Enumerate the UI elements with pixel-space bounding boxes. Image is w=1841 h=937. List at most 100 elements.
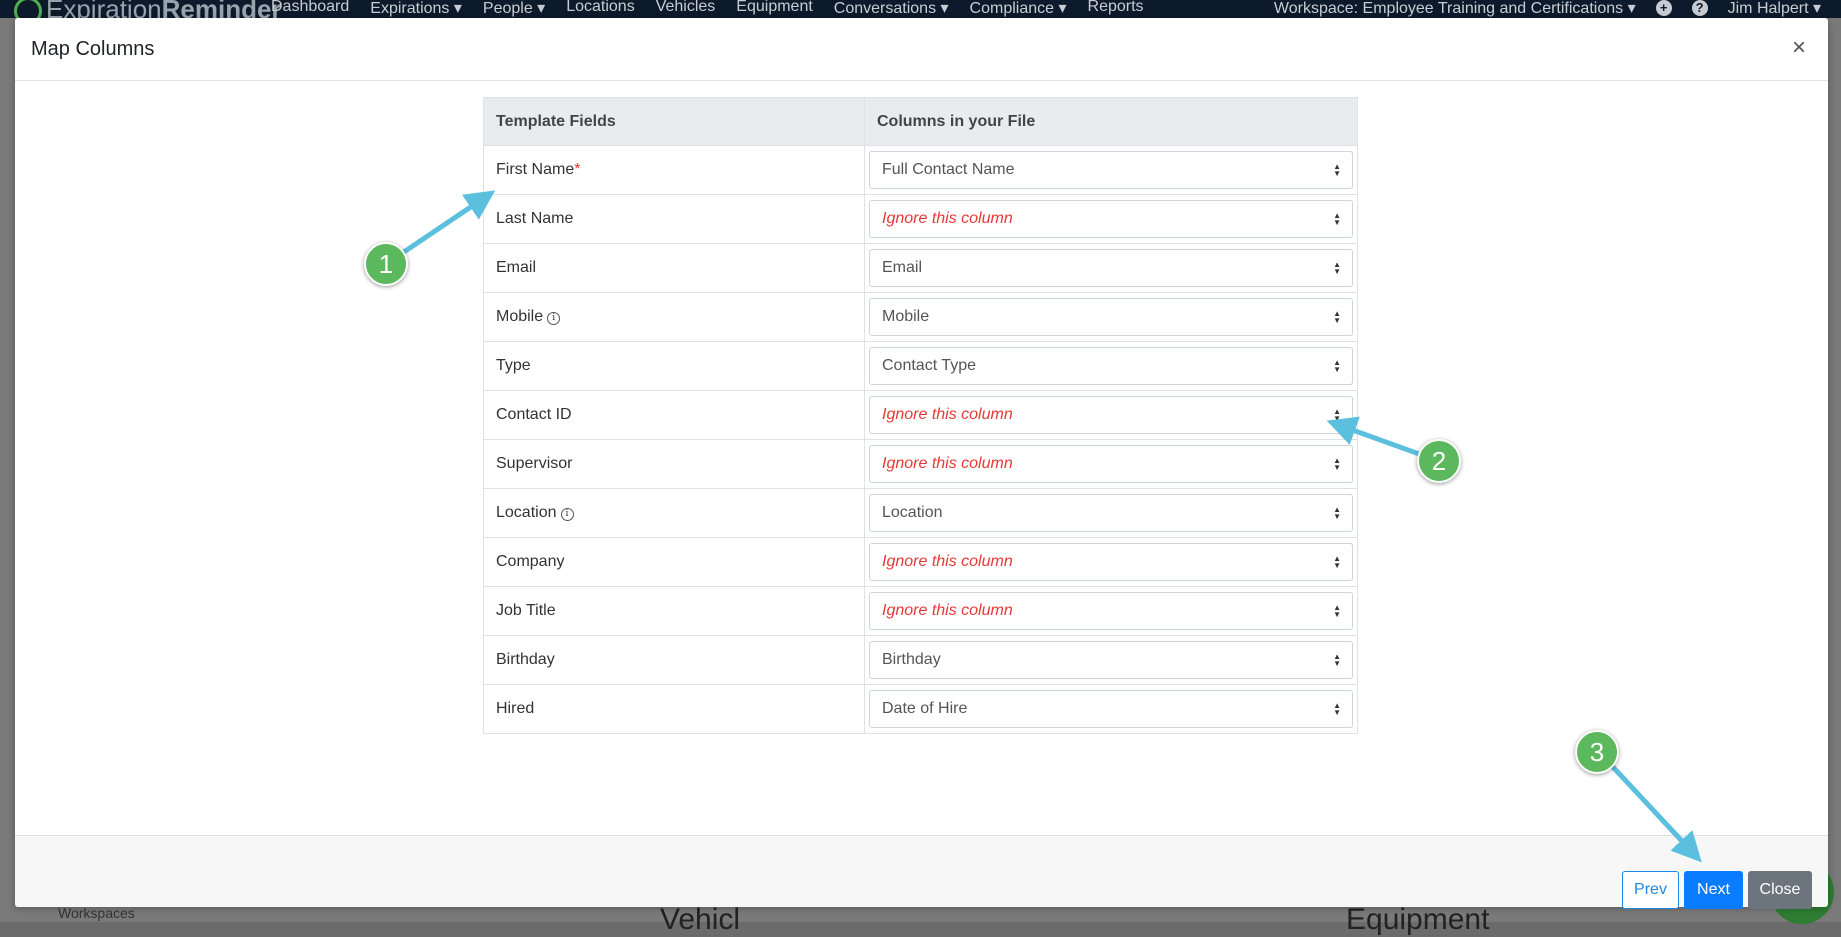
column-select[interactable]: Mobile ▲ ▼ [869, 298, 1353, 336]
template-field-label: Location [496, 504, 557, 521]
next-button[interactable]: Next [1684, 871, 1743, 909]
column-select[interactable]: Email ▲ ▼ [869, 249, 1353, 287]
nav-reports[interactable]: Reports [1088, 0, 1144, 18]
select-caret-icon: ▲ ▼ [1333, 309, 1341, 325]
nav-expirations[interactable]: Expirations ▾ [370, 0, 462, 18]
column-select-value: Mobile [882, 308, 930, 325]
select-caret-icon: ▲ ▼ [1333, 652, 1341, 668]
template-field-label: Supervisor [496, 455, 573, 472]
user-menu[interactable]: Jim Halpert ▾ [1728, 0, 1821, 18]
column-select[interactable]: Ignore this column ▲ ▼ [869, 445, 1353, 483]
select-caret-icon: ▲ ▼ [1333, 554, 1341, 570]
step-marker-2: 2 [1417, 439, 1461, 483]
prev-button[interactable]: Prev [1622, 871, 1679, 909]
info-icon[interactable]: i [547, 312, 561, 325]
close-icon[interactable]: × [1792, 36, 1806, 60]
workspace-switcher[interactable]: Workspace: Employee Training and Certifi… [1274, 0, 1636, 18]
template-field-label: Birthday [496, 651, 555, 668]
column-mapping-table: Template Fields Columns in your File Fir… [483, 97, 1358, 734]
file-column-cell: Mobile ▲ ▼ [864, 292, 1358, 342]
column-select-value: Birthday [882, 651, 941, 668]
select-caret-icon: ▲ ▼ [1333, 701, 1341, 717]
nav-people[interactable]: People ▾ [483, 0, 545, 18]
template-field-label: Hired [496, 700, 535, 717]
close-button[interactable]: Close [1748, 871, 1812, 909]
table-row: Email Email ▲ ▼ [483, 243, 1358, 293]
table-row: Type Contact Type ▲ ▼ [483, 341, 1358, 391]
map-columns-modal: Map Columns × Template Fields Columns in… [15, 18, 1828, 909]
template-field-label: Mobile [496, 308, 544, 325]
nav-equipment[interactable]: Equipment [736, 0, 813, 18]
info-icon[interactable]: i [560, 508, 574, 521]
modal-header: Map Columns × [15, 18, 1828, 81]
nav-conversations[interactable]: Conversations ▾ [834, 0, 949, 18]
template-field-label: Type [496, 357, 531, 374]
help-icon[interactable]: ? [1691, 0, 1708, 16]
column-select[interactable]: Ignore this column ▲ ▼ [869, 543, 1353, 581]
template-field-cell: Last Name [483, 194, 865, 244]
column-select-value: Email [882, 259, 923, 276]
nav-locations[interactable]: Locations [566, 0, 635, 18]
table-row: Hired Date of Hire ▲ ▼ [483, 684, 1358, 734]
template-field-label: Last Name [496, 210, 574, 227]
file-column-cell: Date of Hire ▲ ▼ [864, 684, 1358, 734]
brand-logo[interactable]: ExpirationReminder [14, 0, 282, 18]
brand-name-bold: Reminder [161, 0, 282, 18]
template-field-label: Email [496, 259, 537, 276]
column-select-value: Contact Type [882, 357, 976, 374]
template-field-cell: Hired [483, 684, 865, 734]
table-row: Location i Location ▲ ▼ [483, 488, 1358, 538]
nav-links: Dashboard Expirations ▾ People ▾ Locatio… [271, 0, 1144, 18]
nav-compliance[interactable]: Compliance ▾ [970, 0, 1067, 18]
select-caret-icon: ▲ ▼ [1333, 603, 1341, 619]
column-select[interactable]: Date of Hire ▲ ▼ [869, 690, 1353, 728]
table-row: First Name* Full Contact Name ▲ ▼ [483, 145, 1358, 195]
column-select-value: Date of Hire [882, 700, 968, 717]
column-select[interactable]: Location ▲ ▼ [869, 494, 1353, 532]
column-select[interactable]: Full Contact Name ▲ ▼ [869, 151, 1353, 189]
table-row: Mobile i Mobile ▲ ▼ [483, 292, 1358, 342]
table-row: Supervisor Ignore this column ▲ ▼ [483, 439, 1358, 489]
template-field-label: Job Title [496, 602, 556, 619]
file-column-cell: Ignore this column ▲ ▼ [864, 194, 1358, 244]
template-field-cell: Mobile i [483, 292, 865, 342]
modal-title: Map Columns [31, 38, 155, 60]
select-caret-icon: ▲ ▼ [1333, 358, 1341, 374]
template-field-cell: Contact ID [483, 390, 865, 440]
nav-vehicles[interactable]: Vehicles [656, 0, 716, 18]
file-column-cell: Location ▲ ▼ [864, 488, 1358, 538]
add-icon[interactable]: + [1655, 0, 1672, 16]
nav-dashboard[interactable]: Dashboard [271, 0, 349, 18]
file-column-cell: Birthday ▲ ▼ [864, 635, 1358, 685]
template-field-cell: Birthday [483, 635, 865, 685]
select-caret-icon: ▲ ▼ [1333, 505, 1341, 521]
select-caret-icon: ▲ ▼ [1333, 456, 1341, 472]
column-select-value: Location [882, 504, 943, 521]
file-column-cell: Email ▲ ▼ [864, 243, 1358, 293]
table-row: Contact ID Ignore this column ▲ ▼ [483, 390, 1358, 440]
template-field-label: First Name [496, 161, 575, 178]
template-field-cell: Type [483, 341, 865, 391]
column-select-value: Ignore this column [882, 553, 1013, 570]
logo-icon [14, 0, 42, 18]
column-select[interactable]: Contact Type ▲ ▼ [869, 347, 1353, 385]
column-select[interactable]: Ignore this column ▲ ▼ [869, 200, 1353, 238]
column-select[interactable]: Ignore this column ▲ ▼ [869, 396, 1353, 434]
column-select-value: Ignore this column [882, 210, 1013, 227]
table-row: Last Name Ignore this column ▲ ▼ [483, 194, 1358, 244]
template-field-cell: Email [483, 243, 865, 293]
column-select[interactable]: Birthday ▲ ▼ [869, 641, 1353, 679]
file-column-cell: Full Contact Name ▲ ▼ [864, 145, 1358, 195]
template-field-cell: Location i [483, 488, 865, 538]
table-row: Job Title Ignore this column ▲ ▼ [483, 586, 1358, 636]
template-field-cell: First Name* [483, 145, 865, 195]
column-select-value: Ignore this column [882, 406, 1013, 423]
template-field-label: Contact ID [496, 406, 572, 423]
file-column-cell: Ignore this column ▲ ▼ [864, 537, 1358, 587]
file-column-cell: Ignore this column ▲ ▼ [864, 439, 1358, 489]
nav-right: Workspace: Employee Training and Certifi… [1274, 0, 1821, 18]
vehicles-heading: Vehicl [660, 903, 741, 936]
column-select[interactable]: Ignore this column ▲ ▼ [869, 592, 1353, 630]
select-caret-icon: ▲ ▼ [1333, 407, 1341, 423]
header-template-fields: Template Fields [483, 97, 865, 146]
